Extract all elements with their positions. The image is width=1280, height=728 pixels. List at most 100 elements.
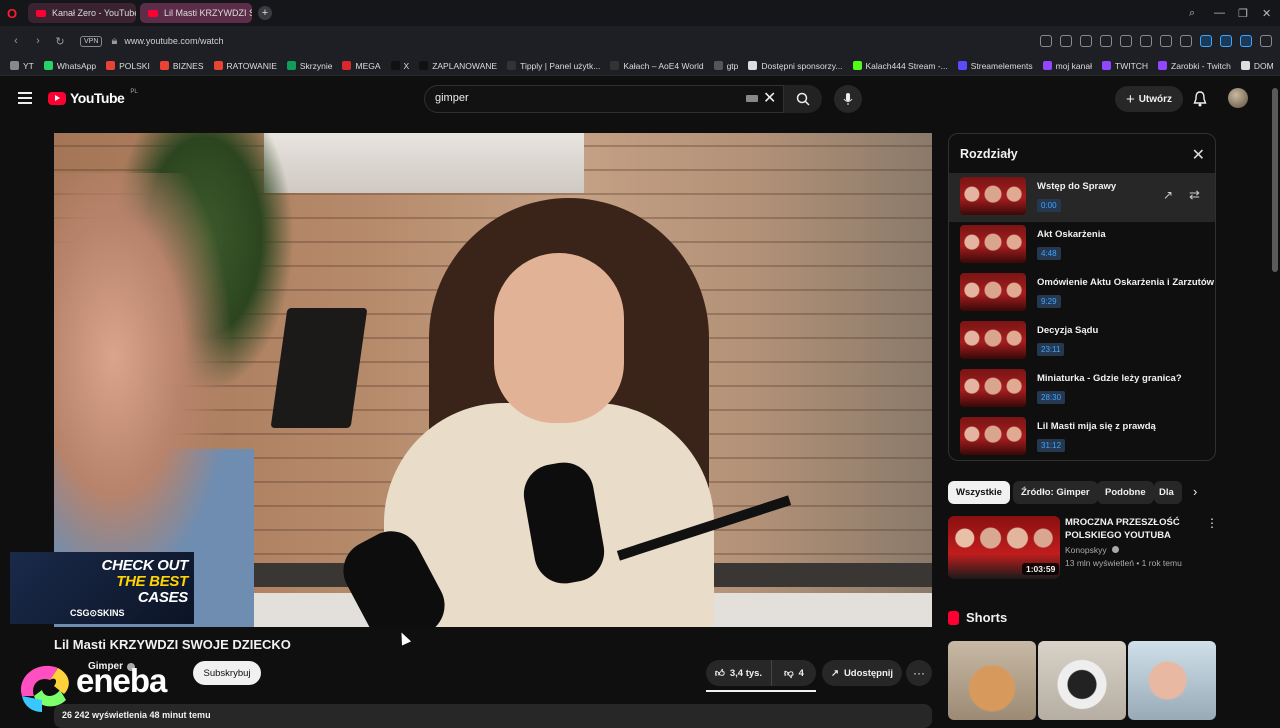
chevron-right-icon[interactable]: › (1193, 484, 1197, 499)
hamburger-menu-icon[interactable] (18, 92, 32, 107)
bookmark-item[interactable]: X (390, 61, 409, 71)
notifications-bell-icon[interactable] (1193, 89, 1207, 109)
forward-icon[interactable]: › (32, 35, 44, 47)
dislike-button[interactable]: 👎︎ 4 (772, 660, 816, 686)
chapter-timestamp[interactable]: 31:12 (1037, 439, 1066, 452)
description-box[interactable]: 26 242 wyświetlenia 48 minut temu (54, 704, 932, 728)
bookmark-item[interactable]: DOM (1240, 61, 1274, 71)
search-tabs-icon[interactable]: ⌕ (1189, 0, 1195, 26)
scrollbar-thumb[interactable] (1272, 88, 1278, 272)
chapter-timestamp[interactable]: 9:29 (1037, 295, 1061, 308)
like-button[interactable]: 👍︎ 3,4 tys. (706, 660, 772, 686)
minimize-button[interactable]: — (1214, 0, 1225, 26)
bookmark-label: MEGA (355, 60, 381, 71)
opera-logo-icon[interactable]: O (0, 0, 24, 26)
bookmark-item[interactable]: Tipply | Panel użytk... (507, 61, 600, 71)
more-actions-button[interactable]: ··· (906, 660, 932, 686)
filter-chip[interactable]: Źródło: Gimper (1013, 481, 1098, 504)
youtube-logo[interactable]: YouTube PL (48, 89, 138, 106)
bookmark-item[interactable]: moj kanał (1042, 61, 1092, 71)
play-icon[interactable] (1100, 35, 1112, 47)
chapter-item[interactable]: Akt Oskarżenia 4:48 (949, 222, 1215, 270)
search-input[interactable]: gimper (424, 85, 784, 113)
menu-icon[interactable] (1160, 35, 1172, 47)
bookmark-item[interactable]: Skrzynie (286, 61, 332, 71)
create-button[interactable]: + Utwórz (1115, 86, 1183, 112)
chapter-timestamp[interactable]: 0:00 (1037, 199, 1061, 212)
voice-search-button[interactable] (834, 85, 862, 113)
download-icon[interactable] (1140, 35, 1152, 47)
extension-icon[interactable] (1240, 35, 1252, 47)
user-avatar[interactable] (1228, 88, 1248, 108)
bookmark-item[interactable]: Kalach444 Stream -... (852, 61, 948, 71)
profile-icon[interactable] (1180, 35, 1192, 47)
filter-chip[interactable]: Dla (1154, 481, 1182, 504)
chapter-item[interactable]: Decyzja Sądu 23:11 (949, 318, 1215, 366)
filter-chip[interactable]: Wszystkie (948, 481, 1010, 504)
filter-chip[interactable]: Podobne (1097, 481, 1154, 504)
bookmark-favicon-icon (106, 61, 116, 70)
short-thumbnail[interactable] (1128, 641, 1216, 720)
subscribe-button[interactable]: Subskrybuj (193, 661, 261, 685)
share-icon[interactable]: ↗ (1163, 188, 1173, 202)
url-field[interactable]: www.youtube.com/watch (124, 36, 223, 46)
promo-brand: CSG⊙SKINS (70, 608, 125, 618)
short-thumbnail[interactable] (1038, 641, 1126, 720)
bookmark-item[interactable]: Zarobki - Twitch (1158, 61, 1231, 71)
bookmark-favicon-icon (748, 61, 758, 70)
loop-icon[interactable]: ⇄ (1189, 187, 1200, 203)
chapter-text: Wstęp do Sprawy 0:00 (1037, 177, 1116, 213)
related-video-title[interactable]: MROCZNA PRZESZŁOŚĆ POLSKIEGO YOUTUBA (1065, 516, 1185, 542)
new-tab-button[interactable]: + (258, 6, 272, 20)
bookmark-favicon-icon (286, 61, 296, 70)
bookmark-item[interactable]: Streamelements (957, 61, 1033, 71)
camera-icon[interactable] (1060, 35, 1072, 47)
chapter-item[interactable]: Wstęp do Sprawy 0:00 ↗ ⇄ (949, 174, 1215, 222)
bookmark-item[interactable]: POLSKI (106, 61, 150, 71)
share-button[interactable]: ↗ Udostępnij (822, 660, 902, 686)
chapter-item[interactable]: Omówienie Aktu Oskarżenia i Zarzutów 9:29 (949, 270, 1215, 318)
chapter-timestamp[interactable]: 23:11 (1037, 343, 1065, 356)
chapter-timestamp[interactable]: 28:30 (1037, 391, 1066, 404)
clear-search-icon[interactable]: ✕ (763, 88, 776, 108)
bookmark-item[interactable]: RATOWANIE (213, 61, 277, 71)
edit-icon[interactable] (1040, 35, 1052, 47)
short-thumbnail[interactable] (948, 641, 1036, 720)
back-icon[interactable]: ‹ (10, 35, 22, 47)
chapter-item[interactable]: Lil Masti mija się z prawdą 31:12 (949, 414, 1215, 460)
heart-icon[interactable] (1120, 35, 1132, 47)
bookmark-item[interactable]: BIZNES (159, 61, 204, 71)
chapter-item[interactable]: Miniaturka - Gdzie leży granica? 28:30 (949, 366, 1215, 414)
shield-icon[interactable] (1080, 35, 1092, 47)
extension-icon[interactable] (1200, 35, 1212, 47)
promo-line: CASES (137, 589, 188, 606)
bookmark-item[interactable]: YT (10, 61, 34, 71)
chapter-title: Wstęp do Sprawy (1037, 181, 1117, 192)
sponsor-promo-overlay[interactable]: CHECK OUT THE BEST CASES CSG⊙SKINS (10, 552, 194, 624)
bookmark-label: Zarobki - Twitch (1171, 60, 1231, 71)
bookmark-item[interactable]: MEGA (342, 60, 381, 71)
extension-icon[interactable] (1220, 35, 1232, 47)
extension-icon[interactable] (1260, 35, 1272, 47)
close-chapters-icon[interactable]: ✕ (1192, 145, 1205, 165)
kebab-menu-icon[interactable]: ⋮ (1206, 516, 1218, 530)
bookmark-item[interactable]: ZAPLANOWANE (419, 61, 497, 71)
vpn-badge[interactable]: VPN (80, 35, 103, 47)
bookmark-item[interactable]: Dostępni sponsorzy... (748, 61, 843, 71)
related-video-channel[interactable]: Konopskyy (1065, 545, 1119, 555)
keyboard-icon[interactable] (746, 95, 758, 102)
browser-tab-kanal-zero[interactable]: Kanał Zero - YouTube (28, 3, 136, 23)
maximize-button[interactable]: ❐ (1238, 0, 1248, 26)
bookmark-item[interactable]: WhatsApp (43, 60, 97, 71)
browser-tab-active-video[interactable]: Lil Masti KRZYWDZI S (140, 3, 252, 23)
reload-icon[interactable]: ↻ (54, 35, 66, 48)
bookmark-item[interactable]: TWITCH (1102, 61, 1148, 71)
search-button[interactable] (784, 85, 822, 113)
bookmark-favicon-icon (159, 61, 169, 70)
bookmark-item[interactable]: Kałach – AoE4 World (610, 61, 704, 71)
bookmark-item[interactable]: gtp (713, 61, 738, 71)
mouse-cursor-icon (396, 630, 412, 646)
bookmark-label: WhatsApp (56, 60, 97, 71)
chapter-timestamp[interactable]: 4:48 (1037, 247, 1061, 260)
close-window-button[interactable]: ✕ (1262, 0, 1271, 26)
